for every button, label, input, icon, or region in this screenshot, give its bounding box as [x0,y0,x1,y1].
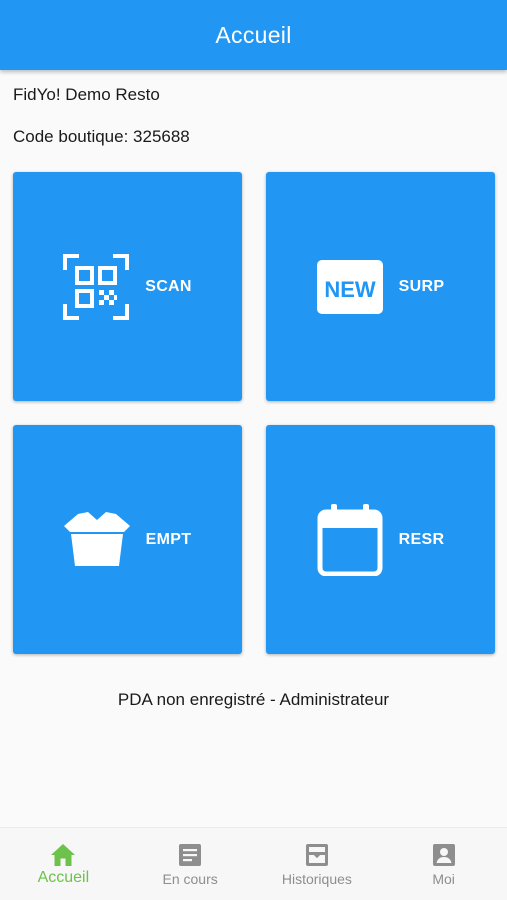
account-icon [432,842,455,868]
empt-label: EMPT [145,530,192,548]
device-status-text: PDA non enregistré - Administrateur [117,690,390,709]
new-badge-icon: NEW [316,259,383,314]
nav-item-historiques[interactable]: Historiques [254,828,381,900]
inbox-archive-icon [305,842,329,868]
empt-tile-button[interactable]: EMPT [13,425,242,654]
surp-label: SURP [398,277,445,295]
shop-name: FidYo! Demo Resto [13,85,160,104]
nav-label-moi: Moi [432,871,455,887]
new-badge-text: NEW [324,277,376,302]
scan-tile-button[interactable]: SCAN [13,172,242,401]
resr-tile-button[interactable]: RESR [266,425,495,654]
nav-item-moi[interactable]: Moi [380,828,507,900]
nav-item-accueil[interactable]: Accueil [0,828,127,900]
resr-label: RESR [398,530,445,548]
shop-code: Code boutique: 325688 [13,127,190,146]
surp-tile-button[interactable]: NEW SURP [266,172,495,401]
page-title: Accueil [215,21,292,48]
bottom-navigation: Accueil En cours Historiques Moi [0,827,507,900]
home-icon [51,842,76,868]
document-icon [179,842,202,868]
calendar-icon [317,503,383,576]
nav-item-en-cours[interactable]: En cours [127,828,254,900]
app-bar: Accueil [0,0,507,70]
nav-label-en-cours: En cours [162,871,218,887]
nav-label-accueil: Accueil [37,869,90,886]
qr-code-scan-icon [63,253,130,320]
scan-label: SCAN [145,277,192,295]
takeout-box-icon [63,511,130,568]
nav-label-historiques: Historiques [281,871,352,887]
